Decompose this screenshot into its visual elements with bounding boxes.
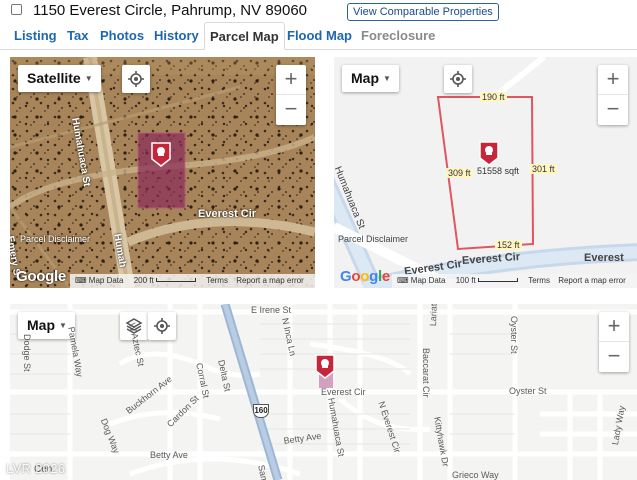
zoom-in-button[interactable]: + <box>598 65 628 95</box>
street-label: Everest Cir <box>321 387 366 397</box>
dimension-top: 190 ft <box>480 92 507 102</box>
map-footer: ⌨ Map Data 100 ft Terms Report a map err… <box>392 274 637 288</box>
crosshair-icon <box>154 318 170 334</box>
map-type-label: Map <box>351 70 379 86</box>
street-label: Everest Cir <box>198 208 257 220</box>
terms-link[interactable]: Terms <box>206 276 228 285</box>
tab-listing[interactable]: Listing <box>14 22 57 49</box>
property-pin-icon[interactable] <box>150 141 172 167</box>
terms-link[interactable]: Terms <box>528 276 550 285</box>
locate-button[interactable] <box>444 65 472 93</box>
zoom-out-button[interactable]: − <box>599 342 629 372</box>
property-pin-icon[interactable] <box>314 353 336 379</box>
google-logo: Google <box>340 268 390 285</box>
map-data-link[interactable]: Map Data <box>89 276 124 285</box>
keyboard-icon: ⌨ <box>75 276 87 285</box>
map-type-selector[interactable]: Satellite ▼ <box>18 65 101 92</box>
parcel-disclaimer-link[interactable]: Parcel Disclaimer <box>338 234 408 244</box>
locate-button[interactable] <box>122 65 150 93</box>
tab-parcel-map[interactable]: Parcel Map <box>204 22 285 50</box>
tab-foreclosure: Foreclosure <box>361 28 436 43</box>
zoom-control: + − <box>276 65 306 125</box>
dimension-right: 301 ft <box>530 164 557 174</box>
watermark: LVR 2026 <box>6 461 66 476</box>
scale-bar <box>155 278 196 282</box>
street-label: Dodge St <box>22 334 32 372</box>
map-scale: 200 ft <box>133 276 154 285</box>
tab-tax[interactable]: Tax <box>67 22 88 49</box>
zoom-control: + − <box>599 312 629 372</box>
tab-flood-map[interactable]: Flood Map <box>287 22 352 49</box>
zoom-in-button[interactable]: + <box>276 65 306 95</box>
listing-header: 1150 Everest Circle, Pahrump, NV 89060 V… <box>0 0 637 22</box>
map-footer: ⌨ Map Data 200 ft Terms Report a map err… <box>70 274 315 288</box>
map-scale: 100 ft <box>455 276 476 285</box>
zoom-out-button[interactable]: − <box>598 95 628 125</box>
street-label: Betty Ave <box>150 450 188 460</box>
map-type-selector[interactable]: Map ▼ <box>342 65 399 92</box>
highway-shield: 160 <box>253 404 269 418</box>
tab-history[interactable]: History <box>154 22 199 49</box>
map-type-label: Map <box>27 317 55 333</box>
scale-bar <box>477 278 518 282</box>
street-label: Oyster St <box>509 316 519 354</box>
report-map-error-link[interactable]: Report a map error <box>236 276 304 285</box>
street-label: Lariat Ln <box>428 304 440 327</box>
parcel-disclaimer-link[interactable]: Parcel Disclaimer <box>20 234 90 244</box>
chevron-down-icon: ▼ <box>84 74 93 83</box>
property-address: 1150 Everest Circle, Pahrump, NV 89060 <box>33 2 308 19</box>
crosshair-icon <box>128 71 144 87</box>
keyboard-icon: ⌨ <box>397 276 409 285</box>
select-checkbox[interactable] <box>11 4 22 15</box>
property-pin-icon[interactable] <box>478 140 500 166</box>
satellite-map[interactable]: Satellite ▼ + − Humahuaca St Everest Cir … <box>10 57 315 288</box>
street-label: Grieco Way <box>452 470 499 480</box>
property-tabs: Listing Tax Photos History Parcel Map Fl… <box>0 22 637 50</box>
map-type-label: Satellite <box>27 70 81 86</box>
tab-photos[interactable]: Photos <box>100 22 144 49</box>
crosshair-icon <box>450 71 466 87</box>
street-label: Oyster St <box>509 386 547 396</box>
dimension-left: 309 ft <box>446 168 473 178</box>
dimension-bottom: 152 ft <box>495 240 522 250</box>
chevron-down-icon: ▼ <box>383 74 391 83</box>
zoom-out-button[interactable]: − <box>276 95 306 125</box>
view-comparable-properties-button[interactable]: View Comparable Properties <box>347 3 499 21</box>
area-map[interactable]: Map ▼ + − E Irene St Oyster St N Inca Ln … <box>10 304 637 480</box>
street-label: E Irene St <box>251 305 292 315</box>
zoom-control: + − <box>598 65 628 125</box>
parcel-map[interactable]: Map ▼ + − 190 ft 309 ft 301 ft 152 ft 515… <box>334 57 637 288</box>
report-map-error-link[interactable]: Report a map error <box>558 276 626 285</box>
street-label: Baccarat Cir <box>421 348 431 398</box>
map-data-link[interactable]: Map Data <box>411 276 446 285</box>
zoom-in-button[interactable]: + <box>599 312 629 342</box>
street-label: Everest <box>584 252 624 264</box>
locate-button[interactable] <box>148 312 176 340</box>
google-logo: Google <box>16 268 66 285</box>
parcel-area: 51558 sqft <box>477 166 520 176</box>
